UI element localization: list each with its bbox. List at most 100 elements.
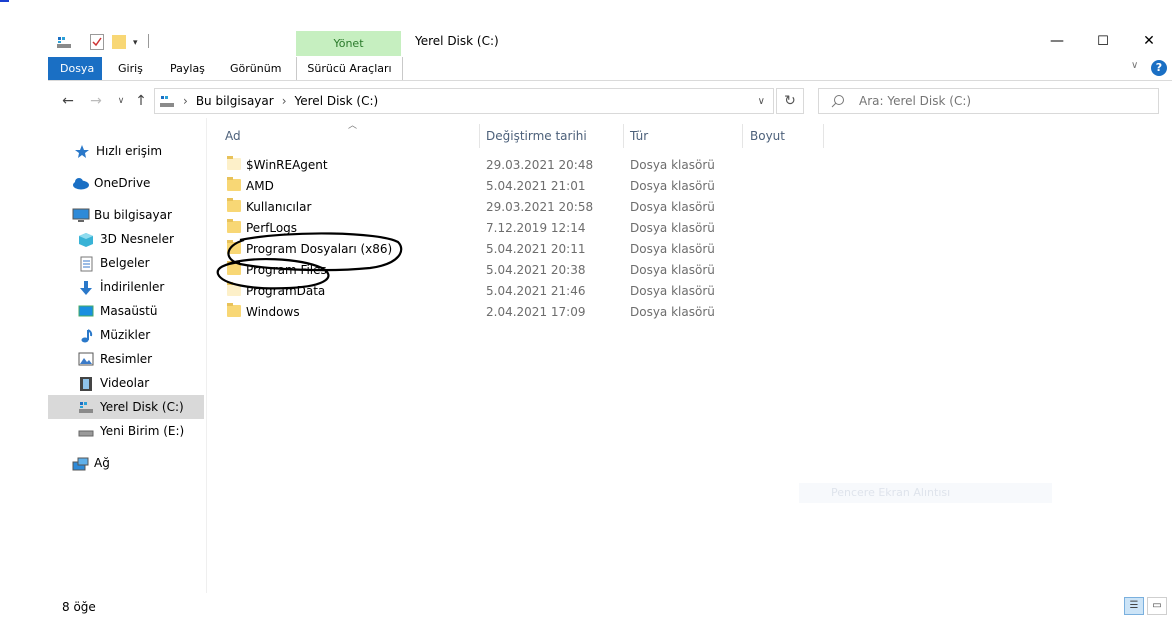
large-icons-view-icon: ▭	[1152, 600, 1162, 611]
file-type: Dosya klasörü	[630, 262, 715, 277]
expand-ribbon-icon[interactable]: ∨	[1131, 60, 1138, 71]
details-view-button[interactable]: ☰	[1124, 597, 1144, 615]
close-button[interactable]: ✕	[1126, 26, 1172, 56]
sidebar-item-masaustu[interactable]: Masaüstü	[48, 299, 204, 323]
up-button[interactable]: ↑	[130, 90, 152, 112]
file-date: 29.03.2021 20:48	[486, 157, 594, 172]
file-name: Kullanıcılar	[246, 199, 312, 214]
tab-dosya[interactable]: Dosya	[48, 57, 102, 80]
table-row[interactable]: AMD 5.04.2021 21:01 Dosya klasörü	[222, 175, 742, 196]
music-icon	[78, 328, 94, 343]
breadcrumb-separator: ›	[183, 94, 188, 108]
breadcrumb-bu-bilgisayar[interactable]: Bu bilgisayar	[196, 94, 274, 108]
file-type: Dosya klasörü	[630, 178, 715, 193]
drive-icon	[159, 94, 175, 108]
file-date: 5.04.2021 21:01	[486, 178, 586, 193]
maximize-button[interactable]: ☐	[1080, 26, 1126, 56]
desktop-icon	[78, 304, 94, 318]
help-icon[interactable]: ?	[1151, 60, 1167, 76]
properties-icon[interactable]	[90, 34, 104, 50]
breadcrumb-separator: ›	[281, 94, 287, 108]
cube-icon	[78, 232, 94, 247]
star-icon	[74, 144, 90, 158]
column-header-date[interactable]: Değiştirme tarihi	[486, 125, 587, 147]
column-divider[interactable]	[623, 124, 624, 148]
forward-button[interactable]: →	[85, 90, 107, 112]
recent-locations-button[interactable]: ∨	[110, 90, 132, 112]
annotation-circle-program-files	[216, 257, 330, 290]
video-icon	[78, 376, 94, 391]
column-header-type[interactable]: Tür	[630, 125, 648, 147]
search-input[interactable]	[857, 93, 1151, 109]
sidebar-item-muzikler[interactable]: Müzikler	[48, 323, 204, 347]
ribbon-divider	[48, 80, 1172, 81]
search-box[interactable]	[818, 88, 1159, 114]
sidebar-item-label: Yeni Birim (E:)	[100, 424, 185, 438]
file-type: Dosya klasörü	[630, 157, 715, 172]
file-type: Dosya klasörü	[630, 220, 715, 235]
file-date: 29.03.2021 20:58	[486, 199, 594, 214]
tab-surucu-araclari[interactable]: Sürücü Araçları	[296, 57, 403, 80]
tab-paylas[interactable]: Paylaş	[158, 57, 217, 80]
contextual-tab-group-yonet[interactable]: Yönet	[296, 31, 401, 56]
download-icon	[78, 280, 94, 295]
back-button[interactable]: ←	[57, 90, 79, 112]
sidebar-item-label: Belgeler	[100, 256, 150, 270]
network-icon	[72, 456, 89, 471]
column-header-name[interactable]: Ad	[225, 125, 241, 147]
status-item-count: 8 öğe	[62, 600, 96, 614]
handdrawn-annotation	[216, 232, 403, 290]
sidebar-item-label: Masaüstü	[100, 304, 158, 318]
drive-icon	[78, 424, 94, 438]
window-title: Yerel Disk (C:)	[415, 34, 499, 48]
sidebar-item-resimler[interactable]: Resimler	[48, 347, 204, 371]
table-row[interactable]: Kullanıcılar 29.03.2021 20:58 Dosya klas…	[222, 196, 742, 217]
file-date: 5.04.2021 20:11	[486, 241, 586, 256]
sidebar-item-bu-bilgisayar[interactable]: Bu bilgisayar	[48, 203, 204, 227]
document-icon	[78, 256, 94, 272]
file-type: Dosya klasörü	[630, 283, 715, 298]
sidebar-item-3d-nesneler[interactable]: 3D Nesneler	[48, 227, 204, 251]
new-folder-icon[interactable]	[112, 35, 126, 49]
sidebar-item-indirilenler[interactable]: İndirilenler	[48, 275, 204, 299]
file-type: Dosya klasörü	[630, 199, 715, 214]
sidebar-item-hizli-erisim[interactable]: Hızlı erişim	[48, 139, 204, 163]
refresh-button[interactable]: ↻	[776, 88, 804, 114]
drive-icon[interactable]	[56, 35, 72, 49]
sidebar-item-yerel-disk[interactable]: Yerel Disk (C:)	[48, 395, 204, 419]
minimize-button[interactable]: —	[1034, 26, 1080, 56]
sidebar-item-label: Hızlı erişim	[96, 144, 163, 158]
sidebar-item-onedrive[interactable]: OneDrive	[48, 171, 204, 195]
table-row[interactable]: Windows 2.04.2021 17:09 Dosya klasörü	[222, 301, 742, 322]
address-dropdown-icon[interactable]: ∨	[758, 96, 765, 107]
column-header-size[interactable]: Boyut	[750, 125, 785, 147]
sidebar-item-yeni-birim[interactable]: Yeni Birim (E:)	[48, 419, 204, 443]
sidebar-item-label: Resimler	[100, 352, 153, 366]
sidebar-item-label: Bu bilgisayar	[94, 208, 172, 222]
file-date: 2.04.2021 17:09	[486, 304, 586, 319]
folder-icon	[227, 198, 241, 212]
sidebar-item-videolar[interactable]: Videolar	[48, 371, 204, 395]
file-date: 5.04.2021 21:46	[486, 283, 586, 298]
sort-ascending-icon: ︿	[348, 121, 358, 131]
sidebar-item-label: 3D Nesneler	[100, 232, 174, 246]
sidebar-item-belgeler[interactable]: Belgeler	[48, 251, 204, 275]
breadcrumb-yerel-disk[interactable]: Yerel Disk (C:)	[295, 94, 379, 108]
file-type: Dosya klasörü	[630, 241, 715, 256]
column-divider[interactable]	[823, 124, 824, 148]
table-row[interactable]: $WinREAgent 29.03.2021 20:48 Dosya klasö…	[222, 154, 742, 175]
close-icon: ✕	[1143, 33, 1155, 49]
sidebar-item-label: Müzikler	[100, 328, 151, 342]
drive-icon	[78, 400, 94, 414]
computer-icon	[72, 208, 90, 222]
tab-gorunum[interactable]: Görünüm	[218, 57, 293, 80]
tab-giris[interactable]: Giriş	[106, 57, 155, 80]
pane-divider	[206, 118, 207, 593]
large-icons-view-button[interactable]: ▭	[1147, 597, 1167, 615]
column-divider[interactable]	[742, 124, 743, 148]
column-divider[interactable]	[479, 124, 480, 148]
sidebar-item-ag[interactable]: Ağ	[48, 451, 204, 475]
folder-icon	[227, 303, 241, 317]
address-bar[interactable]: › Bu bilgisayar › Yerel Disk (C:) ∨	[154, 88, 774, 114]
customize-toolbar-icon[interactable]: ▾	[133, 38, 138, 48]
